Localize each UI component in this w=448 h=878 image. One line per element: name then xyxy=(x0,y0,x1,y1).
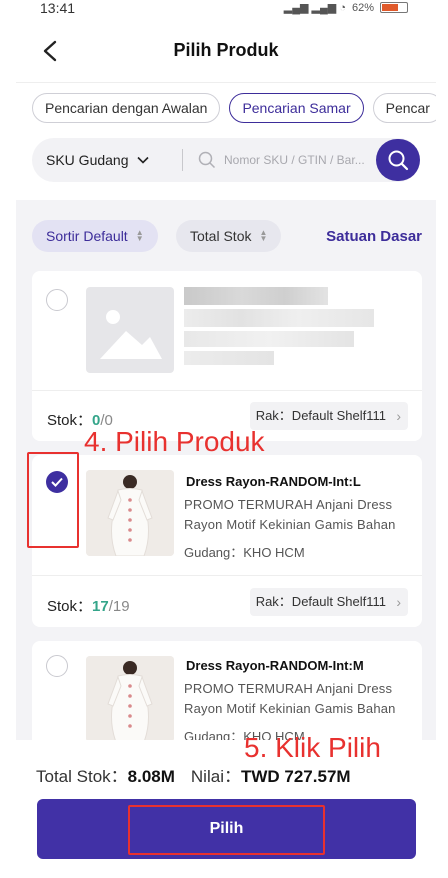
total-stock-sort-label: Total Stok xyxy=(190,228,252,244)
totals-summary: Total Stok：8.08M Nilai：TWD 727.57M xyxy=(36,762,351,787)
product-name: Dress Rayon-RANDOM-Int:L xyxy=(186,474,361,489)
stock-available: 17 xyxy=(92,598,109,615)
rack-label: Rak：Default Shelf111 xyxy=(255,594,386,609)
product-checkbox[interactable] xyxy=(46,655,68,677)
annotation-step5-label: 5. Klik Pilih xyxy=(244,732,381,763)
search-button[interactable] xyxy=(376,139,420,181)
tab-prefix-search[interactable]: Pencarian dengan Awalan xyxy=(32,93,221,123)
product-checkbox[interactable] xyxy=(46,289,68,311)
annotation-highlight-pick-button xyxy=(128,805,325,855)
search-field-select[interactable]: SKU Gudang xyxy=(46,138,149,182)
header: Pilih Produk xyxy=(16,20,436,82)
total-stock-label: Total Stok： xyxy=(36,767,128,786)
rack-selector[interactable]: Rak：Default Shelf111 › xyxy=(249,402,408,430)
product-image xyxy=(86,656,174,740)
sort-default-chip[interactable]: Sortir Default ▲ ▼ xyxy=(32,220,158,252)
product-description: PROMO TERMURAH Anjani Dress Rayon Motif … xyxy=(184,681,396,716)
total-stock-value: 8.08M xyxy=(127,767,175,786)
status-icons: ▂▄▆ ▂▄▆ ◔ 62% xyxy=(284,1,408,14)
chevron-right-icon: › xyxy=(396,594,401,610)
annotation-step4-label: 4. Pilih Produk xyxy=(84,426,265,457)
product-image-placeholder xyxy=(86,287,174,373)
product-warehouse: Gudang：KHO HCM xyxy=(184,545,305,560)
stock-label: Stok xyxy=(47,598,78,615)
divider xyxy=(182,149,183,171)
product-name: Dress Rayon-RANDOM-Int:M xyxy=(186,658,364,673)
dress-photo-icon xyxy=(86,470,174,556)
product-card[interactable]: Stok：0/0 Rak：Default Shelf111 › xyxy=(32,271,422,441)
dress-photo-icon xyxy=(86,656,174,740)
stock-label: Stok xyxy=(47,412,78,429)
sort-arrows-icon: ▲ ▼ xyxy=(259,228,268,243)
search-field-select-label: SKU Gudang xyxy=(46,152,129,168)
annotation-highlight-checkbox xyxy=(27,452,79,548)
page-title: Pilih Produk xyxy=(173,40,279,60)
status-time: 13:41 xyxy=(40,0,76,16)
battery-icon xyxy=(380,2,408,13)
rack-label: Rak：Default Shelf111 xyxy=(255,408,386,423)
stock-total: /19 xyxy=(108,598,130,615)
status-bar: 13:41 ▂▄▆ ▂▄▆ ◔ 62% xyxy=(0,0,448,20)
divider xyxy=(32,390,422,391)
search-input[interactable] xyxy=(224,138,374,182)
search-bar: SKU Gudang xyxy=(32,138,420,182)
tab-fuzzy-search[interactable]: Pencarian Samar xyxy=(229,93,364,123)
chevron-right-icon: › xyxy=(396,408,401,424)
chevron-down-icon xyxy=(136,156,149,164)
product-list[interactable]: Sortir Default ▲ ▼ Total Stok ▲ ▼ Satuan D… xyxy=(16,200,436,740)
image-placeholder-icon xyxy=(100,310,162,359)
stock-text: Stok：17/19 xyxy=(47,598,130,615)
total-stock-sort-chip[interactable]: Total Stok ▲ ▼ xyxy=(176,220,282,252)
divider xyxy=(32,575,422,576)
product-card[interactable]: Dress Rayon-RANDOM-Int:M PROMO TERMURAH … xyxy=(32,641,422,740)
product-card[interactable]: Dress Rayon-RANDOM-Int:L PROMO TERMURAH … xyxy=(32,455,422,627)
signal-icon: ▂▄▆ ▂▄▆ ◔ xyxy=(283,2,346,14)
value-label: Nilai： xyxy=(190,767,241,786)
search-mode-tabs: Pencarian dengan Awalan Pencarian Samar … xyxy=(32,93,436,123)
sort-arrows-icon: ▲ ▼ xyxy=(135,228,144,243)
battery-text: 62% xyxy=(351,1,374,14)
product-description: PROMO TERMURAH Anjani Dress Rayon Motif … xyxy=(184,497,396,532)
base-unit-link[interactable]: Satuan Dasar xyxy=(326,228,422,245)
sort-default-label: Sortir Default xyxy=(46,228,128,244)
search-icon xyxy=(388,150,409,171)
search-icon xyxy=(198,151,216,169)
rack-selector[interactable]: Rak：Default Shelf111 › xyxy=(249,588,408,616)
tab-other-search[interactable]: Pencar xyxy=(372,93,436,123)
value-amount: TWD 727.57M xyxy=(240,767,351,786)
filter-panel: Pencarian dengan Awalan Pencarian Samar … xyxy=(16,82,436,194)
product-image xyxy=(86,470,174,556)
